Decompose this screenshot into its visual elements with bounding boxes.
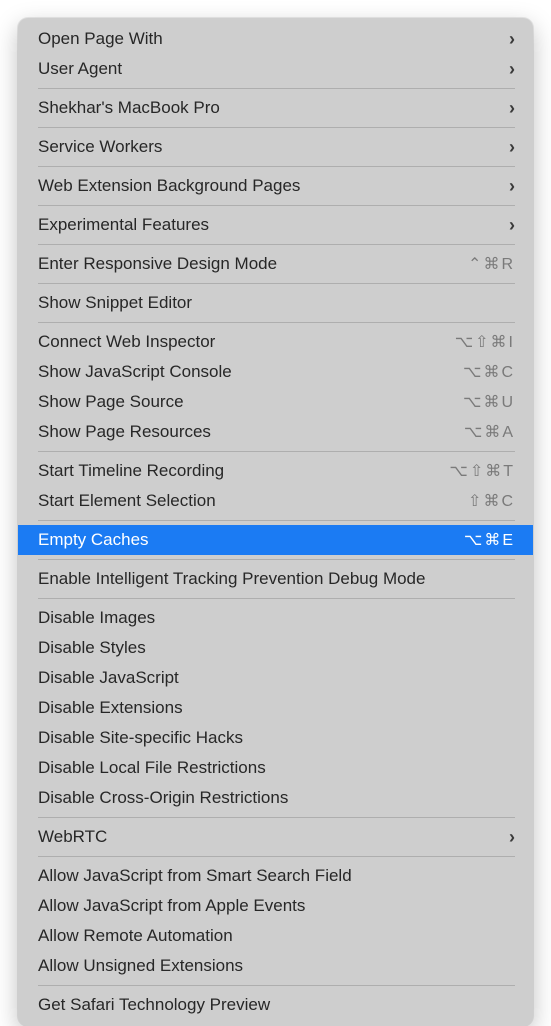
menu-item-label: Disable Styles [38,638,515,658]
menu-item-label: Connect Web Inspector [38,332,443,352]
menu-item-label: Disable Local File Restrictions [38,758,515,778]
menu-item-label: Service Workers [38,137,497,157]
menu-item-disable-local-file-restrictions[interactable]: Disable Local File Restrictions [18,753,533,783]
menu-item-start-timeline-recording[interactable]: Start Timeline Recording ⌥⇧⌘T [18,456,533,486]
menu-item-disable-site-specific-hacks[interactable]: Disable Site-specific Hacks [18,723,533,753]
menu-item-get-safari-tech-preview[interactable]: Get Safari Technology Preview [18,990,533,1020]
menu-item-experimental-features[interactable]: Experimental Features › [18,210,533,240]
menu-item-open-page-with[interactable]: Open Page With › [18,24,533,54]
menu-item-enter-responsive-design-mode[interactable]: Enter Responsive Design Mode ⌃⌘R [18,249,533,279]
chevron-right-icon: › [509,828,515,846]
menu-item-label: Enable Intelligent Tracking Prevention D… [38,569,515,589]
menu-item-label: Web Extension Background Pages [38,176,497,196]
menu-item-label: Disable JavaScript [38,668,515,688]
menu-item-label: Allow Remote Automation [38,926,515,946]
menu-item-show-snippet-editor[interactable]: Show Snippet Editor [18,288,533,318]
keyboard-shortcut: ⌥⌘U [463,392,515,412]
menu-item-allow-js-apple-events[interactable]: Allow JavaScript from Apple Events [18,891,533,921]
chevron-right-icon: › [509,177,515,195]
menu-item-label: Get Safari Technology Preview [38,995,515,1015]
menu-item-disable-javascript[interactable]: Disable JavaScript [18,663,533,693]
menu-separator [38,559,515,560]
menu-separator [38,166,515,167]
menu-item-disable-extensions[interactable]: Disable Extensions [18,693,533,723]
menu-item-label: Allow JavaScript from Apple Events [38,896,515,916]
menu-item-label: Disable Cross-Origin Restrictions [38,788,515,808]
menu-separator [38,985,515,986]
menu-separator [38,451,515,452]
chevron-right-icon: › [509,30,515,48]
chevron-right-icon: › [509,216,515,234]
menu-item-label: Disable Images [38,608,515,628]
menu-item-label: User Agent [38,59,497,79]
menu-separator [38,322,515,323]
menu-item-label: Disable Site-specific Hacks [38,728,515,748]
menu-separator [38,598,515,599]
menu-item-allow-unsigned-extensions[interactable]: Allow Unsigned Extensions [18,951,533,981]
keyboard-shortcut: ⇧⌘C [468,491,515,511]
chevron-right-icon: › [509,99,515,117]
menu-item-label: Enter Responsive Design Mode [38,254,456,274]
menu-item-show-page-resources[interactable]: Show Page Resources ⌥⌘A [18,417,533,447]
menu-item-show-js-console[interactable]: Show JavaScript Console ⌥⌘C [18,357,533,387]
menu-item-label: Start Element Selection [38,491,456,511]
keyboard-shortcut: ⌥⇧⌘T [449,461,515,481]
menu-item-service-workers[interactable]: Service Workers › [18,132,533,162]
menu-item-label: Show Snippet Editor [38,293,515,313]
menu-item-enable-itp-debug[interactable]: Enable Intelligent Tracking Prevention D… [18,564,533,594]
develop-menu: Open Page With›User Agent›Shekhar's MacB… [18,18,533,1026]
keyboard-shortcut: ⌥⌘E [464,530,515,550]
chevron-right-icon: › [509,138,515,156]
menu-item-label: Allow JavaScript from Smart Search Field [38,866,515,886]
menu-separator [38,283,515,284]
menu-item-disable-images[interactable]: Disable Images [18,603,533,633]
menu-item-label: Open Page With [38,29,497,49]
keyboard-shortcut: ⌥⇧⌘I [455,332,515,352]
menu-item-web-extension-bg-pages[interactable]: Web Extension Background Pages › [18,171,533,201]
menu-item-label: Empty Caches [38,530,452,550]
menu-item-device-name[interactable]: Shekhar's MacBook Pro › [18,93,533,123]
menu-item-show-page-source[interactable]: Show Page Source ⌥⌘U [18,387,533,417]
menu-separator [38,817,515,818]
menu-item-allow-js-smart-search[interactable]: Allow JavaScript from Smart Search Field [18,861,533,891]
menu-item-label: Start Timeline Recording [38,461,437,481]
menu-item-allow-remote-automation[interactable]: Allow Remote Automation [18,921,533,951]
menu-item-label: Show Page Resources [38,422,452,442]
menu-item-disable-cors[interactable]: Disable Cross-Origin Restrictions [18,783,533,813]
menu-separator [38,205,515,206]
keyboard-shortcut: ⌥⌘A [464,422,515,442]
menu-separator [38,856,515,857]
menu-item-webrtc[interactable]: WebRTC › [18,822,533,852]
menu-item-connect-web-inspector[interactable]: Connect Web Inspector ⌥⇧⌘I [18,327,533,357]
menu-item-label: Experimental Features [38,215,497,235]
menu-item-label: WebRTC [38,827,497,847]
menu-item-label: Disable Extensions [38,698,515,718]
menu-item-label: Shekhar's MacBook Pro [38,98,497,118]
menu-separator [38,88,515,89]
menu-separator [38,520,515,521]
menu-item-disable-styles[interactable]: Disable Styles [18,633,533,663]
menu-item-start-element-selection[interactable]: Start Element Selection ⇧⌘C [18,486,533,516]
menu-item-empty-caches[interactable]: Empty Caches ⌥⌘E [18,525,533,555]
menu-item-label: Show Page Source [38,392,451,412]
menu-separator [38,127,515,128]
menu-item-label: Show JavaScript Console [38,362,451,382]
menu-item-user-agent[interactable]: User Agent › [18,54,533,84]
menu-item-label: Allow Unsigned Extensions [38,956,515,976]
chevron-right-icon: › [509,60,515,78]
keyboard-shortcut: ⌥⌘C [463,362,515,382]
keyboard-shortcut: ⌃⌘R [468,254,515,274]
menu-separator [38,244,515,245]
